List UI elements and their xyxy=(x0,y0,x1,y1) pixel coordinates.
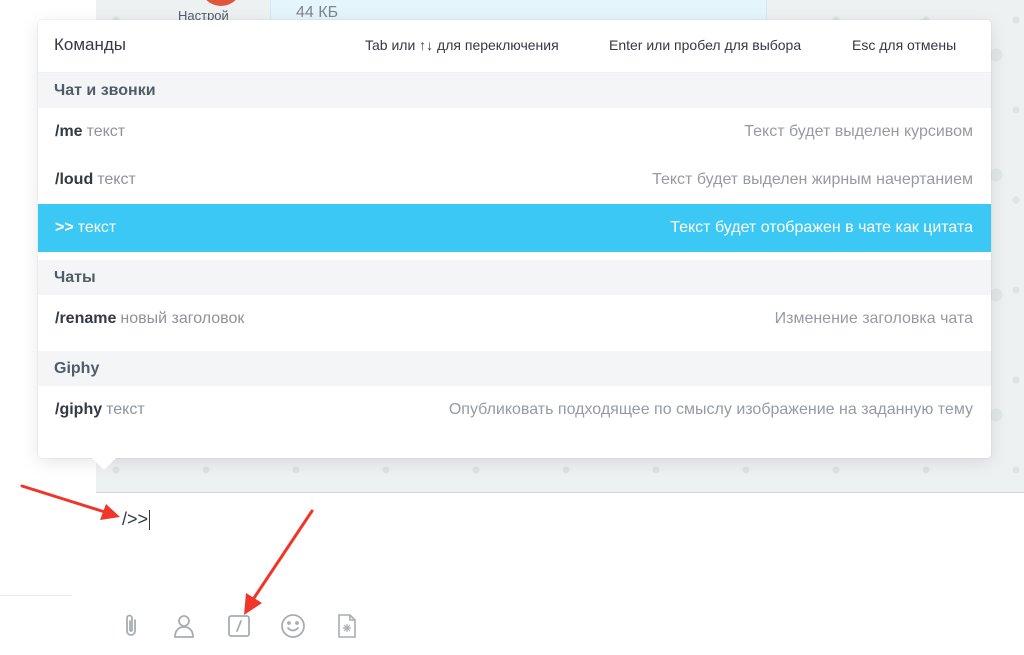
command-argument: текст xyxy=(97,171,136,188)
popup-tail xyxy=(92,458,116,470)
section-giphy: Giphy xyxy=(38,351,991,386)
command-name: /loud xyxy=(55,171,94,188)
command-description: Текст будет отображен в чате как цитата xyxy=(670,219,973,236)
command-argument: текст xyxy=(106,401,145,418)
command-description: Опубликовать подходящее по смыслу изобра… xyxy=(448,401,973,418)
command-row-quote[interactable]: >> текст Текст будет отображен в чате как… xyxy=(38,204,991,252)
annotation-arrow-toolbar xyxy=(244,509,314,615)
command-argument: текст xyxy=(86,123,126,140)
command-name: /giphy xyxy=(55,401,103,418)
section-title: Giphy xyxy=(54,360,100,377)
command-name: /rename xyxy=(55,310,117,327)
command-description: Изменение заголовка чата xyxy=(774,310,973,327)
hint-cancel: Esc для отмены xyxy=(852,37,957,53)
commands-popup: Команды Tab или ↑↓ для переключения Ente… xyxy=(38,20,991,458)
annotation-arrow-input xyxy=(20,484,120,520)
command-row-giphy[interactable]: /giphy текст Опубликовать подходящее по с… xyxy=(38,386,991,434)
popup-title: Команды xyxy=(54,35,127,54)
paperclip-icon[interactable] xyxy=(118,613,144,639)
section-title: Чат и звонки xyxy=(54,82,156,99)
popup-header: Команды Tab или ↑↓ для переключения Ente… xyxy=(38,20,991,73)
command-row-loud[interactable]: /loud текст Текст будет выделен жирным на… xyxy=(38,156,991,204)
section-title: Чаты xyxy=(54,269,96,286)
section-chat-calls: Чат и звонки xyxy=(38,73,991,108)
command-name: /me xyxy=(55,123,83,140)
contact-icon[interactable] xyxy=(171,613,197,639)
command-row-me[interactable]: /me текст Текст будет выделен курсивом xyxy=(38,108,991,156)
text-caret xyxy=(149,510,151,531)
command-row-rename[interactable]: /rename новый заголовок Изменение заголов… xyxy=(38,295,991,343)
left-divider xyxy=(0,595,72,596)
sticker-file-icon[interactable] xyxy=(334,613,360,639)
hint-switch: Tab или ↑↓ для переключения xyxy=(365,37,559,53)
command-description: Текст будет выделен жирным начертанием xyxy=(652,171,973,188)
section-chats: Чаты xyxy=(38,260,991,295)
hint-select: Enter или пробел для выбора xyxy=(609,37,802,53)
command-argument: новый заголовок xyxy=(120,310,245,327)
command-description: Текст будет выделен курсивом xyxy=(744,123,973,140)
command-name: >> xyxy=(55,219,74,236)
command-argument: текст xyxy=(77,219,117,236)
